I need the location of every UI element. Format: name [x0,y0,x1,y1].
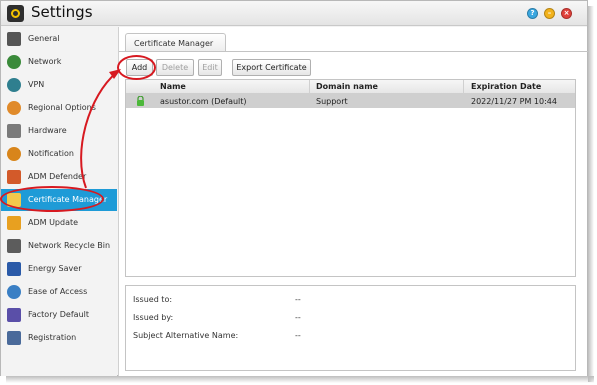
annotation-arrow [80,69,121,189]
